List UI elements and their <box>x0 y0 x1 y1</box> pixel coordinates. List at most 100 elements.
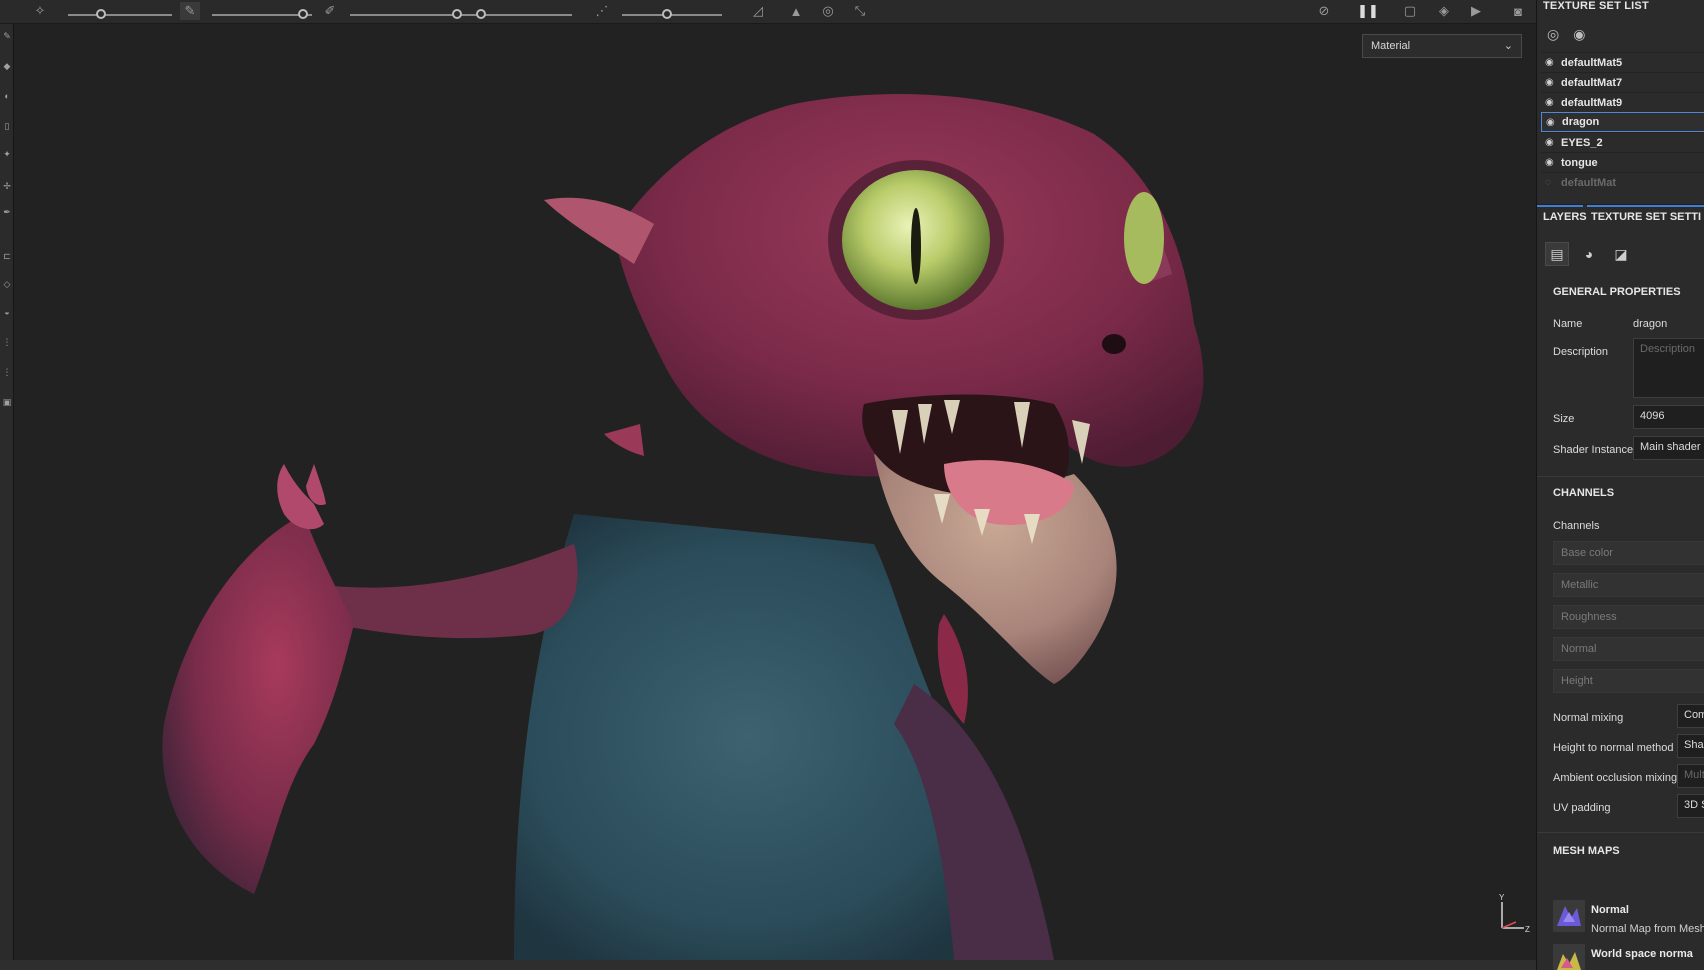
z-axis-label: Z <box>1525 925 1530 934</box>
lighting-icon[interactable]: ◎ <box>818 2 838 20</box>
height-to-normal-label: Height to normal method <box>1553 742 1674 754</box>
color-picker-icon[interactable]: ✒ <box>1 206 13 218</box>
view-2d-icon[interactable]: ▢ <box>1400 2 1420 20</box>
flow-slider[interactable] <box>212 8 312 20</box>
texture-set-item-hidden[interactable]: ◌ defaultMat <box>1541 172 1704 192</box>
eye-icon[interactable]: ◉ <box>1573 26 1585 43</box>
video-camera-icon[interactable]: ▶ <box>1466 2 1486 20</box>
channel-row-roughness[interactable]: Roughness <box>1553 605 1704 629</box>
material-icon[interactable]: ◕ <box>1577 242 1601 266</box>
brush-size-slider[interactable] <box>68 8 172 20</box>
polygon-fill-icon[interactable]: ⊏ <box>1 250 13 262</box>
pen-icon[interactable]: ✎ <box>180 2 200 20</box>
uv-padding-dropdown[interactable]: 3D S <box>1677 794 1704 818</box>
uv-icon[interactable]: ◪ <box>1609 242 1633 266</box>
clone-tool-icon[interactable]: ✢ <box>1 180 13 192</box>
normal-mixing-label: Normal mixing <box>1553 712 1624 724</box>
left-tool-strip: ✎ ◆ ◐ ▯ ✦ ✢ ✒ ⊏ ◇ ◒ ⋮ ⋮ ▣ <box>0 24 14 970</box>
panel-tabs: LAYERS TEXTURE SET SETTI <box>1537 204 1704 230</box>
slider-knob[interactable] <box>298 9 308 19</box>
tab-texture-set-settings[interactable]: TEXTURE SET SETTI <box>1591 211 1701 223</box>
size-label: Size <box>1553 413 1575 425</box>
slider-knob[interactable] <box>662 9 672 19</box>
description-field[interactable]: Description <box>1633 338 1704 398</box>
dragon-model-render <box>162 94 1204 960</box>
camera-icon[interactable]: ◙ <box>1508 2 1528 20</box>
slider-track <box>68 14 172 16</box>
save-icon[interactable]: ▣ <box>1 396 13 408</box>
brush-settings-icon[interactable]: ✧ <box>30 2 50 20</box>
geometry-mask-icon[interactable]: ▯ <box>1 120 13 132</box>
eye-icon[interactable]: ◉ <box>1545 97 1561 108</box>
mesh-map-world-space-normal[interactable]: World space norma <box>1553 944 1704 970</box>
eye-icon[interactable]: ◉ <box>1545 77 1561 88</box>
tab-underline-settings <box>1587 205 1704 207</box>
pause-icon[interactable]: ❚❚ <box>1357 2 1379 20</box>
axis-gizmo: Y Z <box>1499 893 1530 934</box>
transform-icon[interactable]: ⤡ <box>850 2 870 20</box>
shader-instance-dropdown[interactable]: Main shader <box>1633 436 1704 460</box>
mesh-map-normal[interactable]: Normal Normal Map from Mesh <box>1553 900 1704 940</box>
tab-layers[interactable]: LAYERS <box>1543 211 1587 223</box>
eye-icon[interactable]: ◉ <box>1545 137 1561 148</box>
texture-set-name: defaultMat5 <box>1561 56 1623 69</box>
view-3d-icon[interactable]: ◈ <box>1434 2 1454 20</box>
measure-tool-icon[interactable]: ⋮ <box>1 336 13 348</box>
channel-row-normal[interactable]: Normal <box>1553 637 1704 661</box>
texture-set-item[interactable]: ◉ tongue <box>1541 152 1704 172</box>
lazy-mouse-slider[interactable] <box>622 8 722 20</box>
3d-viewport[interactable]: Material ⌄ Y Z <box>14 24 1536 960</box>
paint-tool-icon[interactable]: ✎ <box>1 30 13 42</box>
texture-set-item-selected[interactable]: ◉ dragon <box>1541 112 1704 132</box>
mesh-maps-heading: MESH MAPS <box>1553 845 1620 857</box>
texture-set-item[interactable]: ◉ EYES_2 <box>1541 132 1704 152</box>
normal-mixing-dropdown[interactable]: Com <box>1677 704 1704 728</box>
projection-tool-icon[interactable]: ◐ <box>1 90 13 102</box>
texture-set-name: defaultMat7 <box>1561 76 1623 89</box>
channel-row-height[interactable]: Height <box>1553 669 1704 693</box>
app-window: ✧ ✎ ✐ ⋰ ◿ ▲ ◎ ⤡ ⊘ ❚❚ ▢ ◈ ▶ ◙ ✎ ◆ ◐ ▯ ✦ ✢… <box>0 0 1704 970</box>
texture-set-item[interactable]: ◉ defaultMat5 <box>1541 52 1704 72</box>
channel-row-base-color[interactable]: Base color <box>1553 541 1704 565</box>
ao-mixing-dropdown[interactable]: Mult <box>1677 764 1704 788</box>
texture-set-name: defaultMat9 <box>1561 96 1623 109</box>
bucket-tool-icon[interactable]: ⋮ <box>1 366 13 378</box>
name-value[interactable]: dragon <box>1633 318 1667 330</box>
slider-track <box>622 14 722 16</box>
texture-set-item[interactable]: ◉ defaultMat7 <box>1541 72 1704 92</box>
hide-wireframe-icon[interactable]: ⊘ <box>1314 2 1334 20</box>
slider-knob[interactable] <box>476 9 486 19</box>
y-axis-label: Y <box>1499 893 1505 902</box>
slider-knob[interactable] <box>96 9 106 19</box>
opacity-slider[interactable] <box>350 8 572 20</box>
channel-row-metallic[interactable]: Metallic <box>1553 573 1704 597</box>
uv-padding-label: UV padding <box>1553 802 1611 814</box>
eraser-tool-icon[interactable]: ◆ <box>1 60 13 72</box>
size-dropdown[interactable]: 4096 <box>1633 405 1704 429</box>
visibility-toggle-icon[interactable]: ◎ <box>1547 26 1559 43</box>
lazy-mouse-icon[interactable]: ⋰ <box>592 2 612 20</box>
texture-settings-icon[interactable]: ▤ <box>1545 242 1569 266</box>
divider <box>1537 832 1704 833</box>
eye-icon[interactable]: ◉ <box>1545 57 1561 68</box>
name-label: Name <box>1553 318 1583 330</box>
height-to-normal-dropdown[interactable]: Shar <box>1677 734 1704 758</box>
texture-set-list: ◉ defaultMat5 ◉ defaultMat7 ◉ defaultMat9 ◉… <box>1541 52 1704 192</box>
description-label: Description <box>1553 346 1609 358</box>
eye-icon[interactable]: ◉ <box>1545 157 1561 168</box>
eye-closed-icon[interactable]: ◌ <box>1545 177 1561 188</box>
texture-set-item[interactable]: ◉ defaultMat9 <box>1541 92 1704 112</box>
bake-tool-icon[interactable]: ◒ <box>1 306 13 318</box>
display-mode-dropdown[interactable]: Material ⌄ <box>1362 34 1522 58</box>
texture-set-panel: TEXTURE SET LIST ◎ ◉ ◉ defaultMat5 ◉ defau… <box>1536 0 1704 970</box>
eye-icon[interactable]: ◉ <box>1546 117 1562 128</box>
material-picker-icon[interactable]: ◇ <box>1 278 13 290</box>
symmetry-icon[interactable]: ◿ <box>748 2 768 20</box>
general-properties-heading: GENERAL PROPERTIES <box>1553 286 1681 298</box>
normal-map-thumbnail <box>1553 900 1585 932</box>
slider-knob[interactable] <box>452 9 462 19</box>
mirror-icon[interactable]: ▲ <box>786 2 806 20</box>
texture-set-name: tongue <box>1561 156 1598 169</box>
smudge-tool-icon[interactable]: ✦ <box>1 148 13 160</box>
brush-icon[interactable]: ✐ <box>320 2 340 20</box>
